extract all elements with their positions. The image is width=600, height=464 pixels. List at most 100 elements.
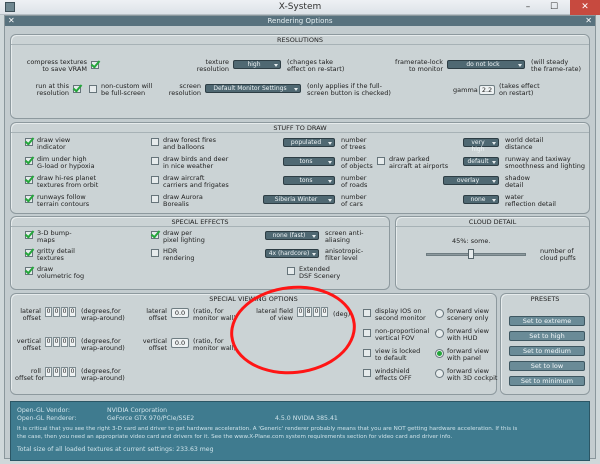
non-proportional-fov-checkbox[interactable] [363,329,371,337]
vertical-offset-digits[interactable]: 0000 [45,337,77,350]
draw-view-indicator-checkbox[interactable] [25,138,33,146]
view-locked-checkbox[interactable] [363,349,371,357]
set-medium-button[interactable]: Set to medium [509,346,585,356]
runway-smoothness-dropdown[interactable]: default [463,157,499,166]
window-title-bar: X-System – ☐ ✕ [0,0,600,15]
lateral-offset-digits[interactable]: 0000 [45,307,77,320]
roll-offset-digit[interactable]: 0 [69,367,76,377]
number-of-cars-dropdown[interactable]: Siberia Winter [263,195,335,204]
gamma-input[interactable]: 2.2 [479,85,495,95]
ios-second-monitor-checkbox[interactable] [363,309,371,317]
birds-deer-checkbox[interactable] [151,157,159,165]
number-of-trees-dropdown[interactable]: populated [283,138,335,147]
fov-digit[interactable]: 0 [297,307,304,317]
dialog-title-bar: ✕ Rendering Options ✕ [5,16,595,26]
extended-dsf-label: Extended DSF Scenery [299,265,341,280]
field-of-view-digits[interactable]: 0800 [297,307,329,320]
with-hud-label: forward view with HUD [447,327,489,342]
volumetric-fog-checkbox[interactable] [25,267,33,275]
vertical-ratio-label: vertical offset [142,337,167,352]
vendor-value: NVIDIA Corporation [107,407,168,414]
framerate-lock-dropdown[interactable]: do not lock [447,60,525,69]
critical-line-2: the case, then you need an appropriate v… [17,434,453,440]
anisotropic-dropdown[interactable]: 4x (hardcore) [265,249,319,258]
special-effects-panel: SPECIAL EFFECTS 3-D bump- maps gritty de… [10,216,390,290]
vertical-offset-digit[interactable]: 0 [53,337,60,347]
vertical-offset-digit[interactable]: 0 [69,337,76,347]
lateral-offset-digit[interactable]: 0 [53,307,60,317]
anti-aliasing-dropdown[interactable]: none (fast) [265,231,319,240]
renderer-key: Open-GL Renderer: [17,415,77,422]
minimize-button[interactable]: – [516,0,540,15]
world-detail-distance-dropdown[interactable]: very high [463,138,499,153]
hdr-rendering-checkbox[interactable] [151,249,159,257]
lateral-offset-digit[interactable]: 0 [45,307,52,317]
with-hud-radio[interactable] [435,329,444,338]
set-high-button[interactable]: Set to high [509,331,585,341]
screen-resolution-dropdown[interactable]: Default Monitor Settings [205,84,301,93]
dialog-close-right-icon[interactable]: ✕ [585,16,592,26]
number-of-roads-dropdown[interactable]: tons [283,176,335,185]
forest-fires-label: draw forest fires and balloons [163,136,216,151]
per-pixel-lighting-checkbox[interactable] [151,231,159,239]
roll-offset-digit[interactable]: 0 [61,367,68,377]
set-extreme-button[interactable]: Set to extreme [509,316,585,326]
windshield-effects-label: windshield effects OFF [375,367,412,382]
scenery-only-radio[interactable] [435,309,444,318]
non-custom-checkbox[interactable] [89,85,97,93]
draw-parked-aircraft-checkbox[interactable] [377,157,385,165]
windshield-effects-checkbox[interactable] [363,369,371,377]
with-panel-label: forward view with panel [447,347,489,362]
anti-aliasing-label: screen anti- aliasing [325,229,364,244]
set-low-button[interactable]: Set to low [509,361,585,371]
opengl-info-panel: Open-GL Vendor: NVIDIA Corporation Open-… [10,401,590,461]
number-of-objects-dropdown[interactable]: tons [283,157,335,166]
dialog-close-icon[interactable]: ✕ [8,16,15,26]
vertical-offset-digit[interactable]: 0 [45,337,52,347]
lateral-offset-digit[interactable]: 0 [61,307,68,317]
cloud-puffs-slider-track[interactable] [426,253,526,256]
run-resolution-checkbox[interactable] [73,85,81,93]
resolutions-header: RESOLUTIONS [11,35,589,45]
vendor-key: Open-GL Vendor: [17,407,70,414]
water-reflection-dropdown[interactable]: none [463,195,499,204]
with-panel-radio[interactable] [435,349,444,358]
forest-fires-checkbox[interactable] [151,138,159,146]
runway-smoothness-label: runway and taxiway smoothness and lighti… [505,155,586,170]
compress-textures-checkbox[interactable] [91,61,99,69]
lateral-offset-digit[interactable]: 0 [69,307,76,317]
dim-g-load-checkbox[interactable] [25,157,33,165]
dialog-title: Rendering Options [267,17,333,25]
vertical-ratio-input[interactable]: 0.0 [171,338,189,348]
vertical-offset-label: vertical offset [16,337,41,352]
roll-offset-digit[interactable]: 0 [53,367,60,377]
shadow-detail-dropdown[interactable]: overlay [443,176,499,185]
gritty-detail-checkbox[interactable] [25,249,33,257]
anisotropic-label: anisotropic- filter level [325,247,364,262]
number-of-trees-label: number of trees [341,136,367,151]
extended-dsf-checkbox[interactable] [287,267,295,275]
roll-offset-unit: (degrees,for wrap-around) [81,367,125,382]
aircraft-carriers-checkbox[interactable] [151,176,159,184]
lateral-ratio-input[interactable]: 0.0 [171,308,189,318]
maximize-button[interactable]: ☐ [542,0,566,15]
vertical-offset-digit[interactable]: 0 [61,337,68,347]
roll-offset-digits[interactable]: 0000 [45,367,77,380]
set-minimum-button[interactable]: Set to minimum [509,376,585,386]
bump-maps-checkbox[interactable] [25,231,33,239]
texture-resolution-dropdown[interactable]: high [233,60,281,69]
aurora-checkbox[interactable] [151,195,159,203]
fov-digit[interactable]: 0 [313,307,320,317]
fov-digit[interactable]: 8 [305,307,312,317]
fov-digit[interactable]: 0 [321,307,328,317]
window-close-button[interactable]: ✕ [570,0,600,15]
runways-follow-terrain-checkbox[interactable] [25,195,33,203]
volumetric-fog-label: draw volumetric fog [37,265,85,280]
roll-offset-digit[interactable]: 0 [45,367,52,377]
screen-note: (only applies if the full- screen button… [307,82,391,97]
number-of-cars-label: number of cars [341,193,367,208]
with-3d-cockpit-radio[interactable] [435,369,444,378]
hi-res-planet-checkbox[interactable] [25,176,33,184]
cloud-puffs-slider-thumb[interactable] [468,249,474,259]
ios-second-monitor-label: display IOS on second monitor [375,307,426,322]
